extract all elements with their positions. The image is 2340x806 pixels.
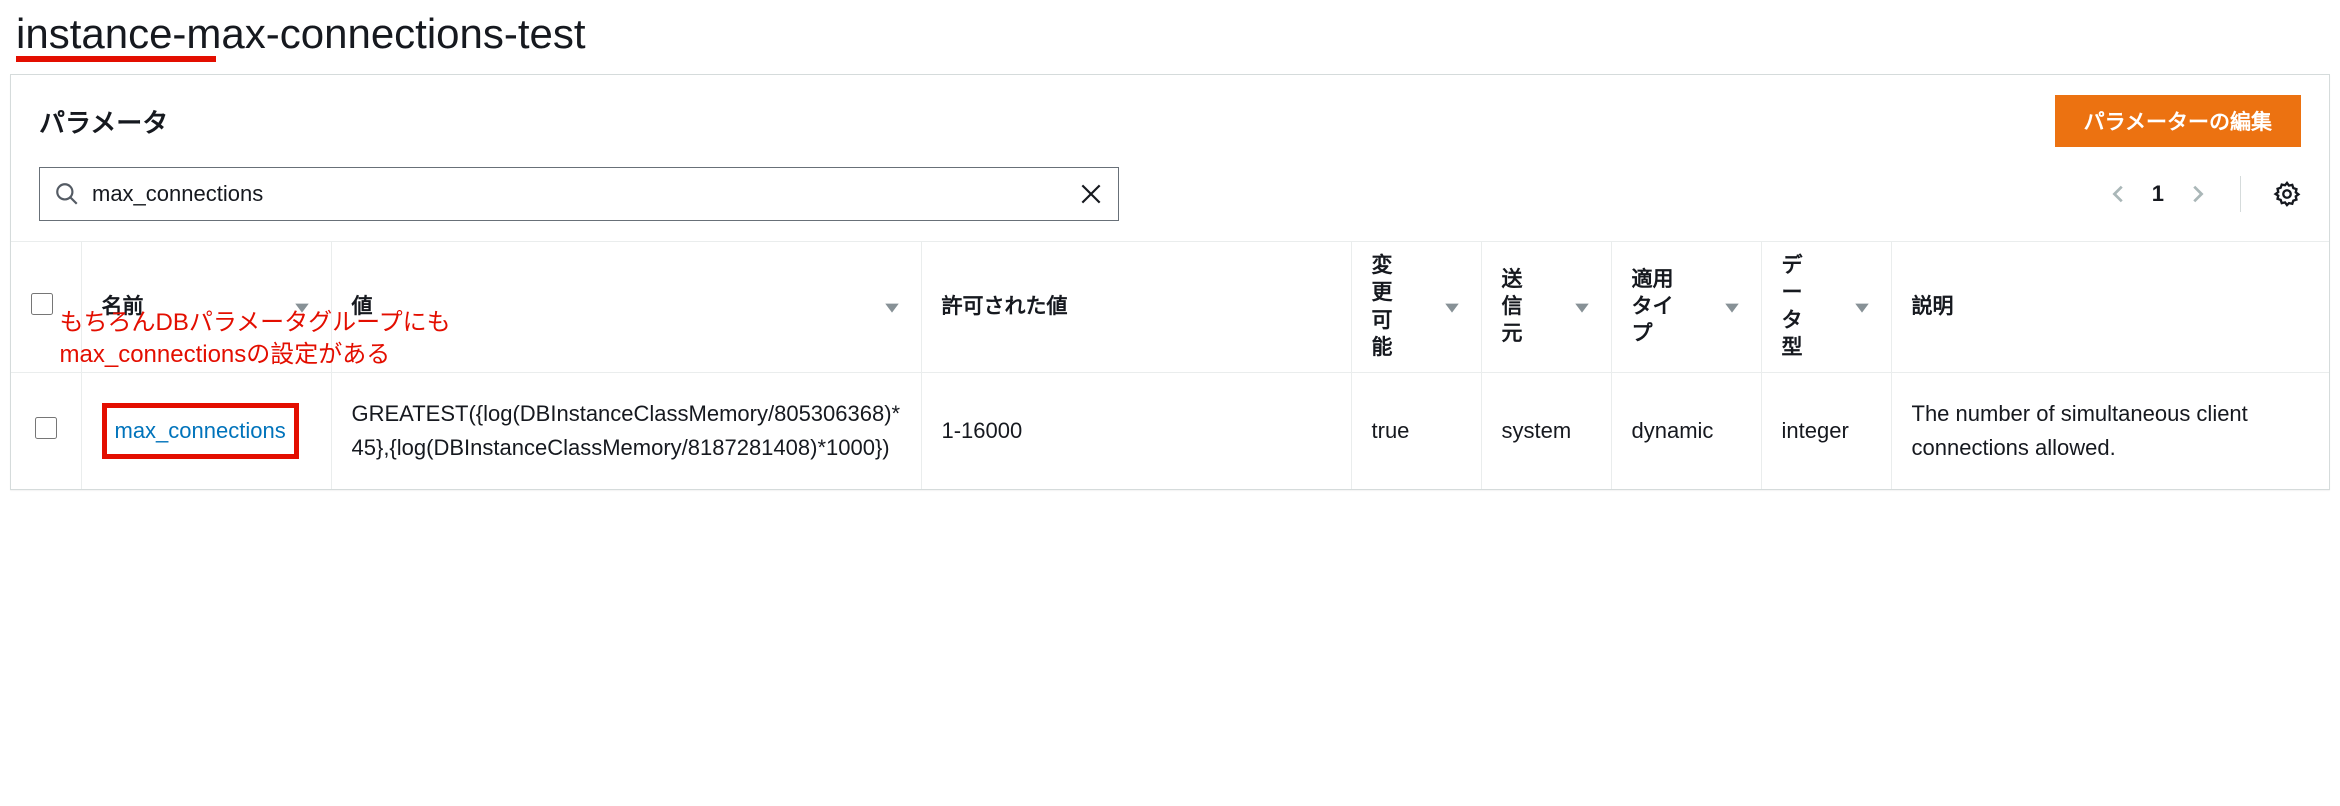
- parameter-apply-type: dynamic: [1611, 372, 1761, 489]
- column-header-modifiable[interactable]: 変更可能: [1351, 242, 1481, 372]
- parameter-name-link[interactable]: max_connections: [115, 418, 286, 443]
- row-checkbox[interactable]: [35, 417, 57, 439]
- column-header-allowed[interactable]: 許可された値: [921, 242, 1351, 372]
- clear-search-icon[interactable]: [1078, 181, 1104, 207]
- parameter-data-type: integer: [1761, 372, 1891, 489]
- parameter-description: The number of simultaneous client connec…: [1912, 397, 2310, 465]
- parameters-table: 名前 値 許可された値: [11, 241, 2329, 489]
- prev-page-icon[interactable]: [2108, 183, 2130, 205]
- sort-icon: [883, 298, 901, 316]
- column-header-data-type[interactable]: データ型: [1761, 242, 1891, 372]
- parameter-value: GREATEST({log(DBInstanceClassMemory/8053…: [352, 397, 901, 465]
- column-header-label: 許可された値: [942, 291, 1068, 323]
- search-field[interactable]: [39, 167, 1119, 221]
- column-header-apply-type[interactable]: 適用タイプ: [1611, 242, 1761, 372]
- table-row: もちろんDBパラメータグループにも max_connectionsの設定がある …: [11, 372, 2329, 489]
- column-header-label: 変更可能: [1372, 252, 1393, 361]
- search-icon: [54, 181, 80, 207]
- column-header-label: データ型: [1782, 252, 1803, 361]
- panel-header: パラメータ パラメーターの編集: [11, 75, 2329, 167]
- select-all-checkbox[interactable]: [31, 293, 53, 315]
- next-page-icon[interactable]: [2186, 183, 2208, 205]
- parameter-source: system: [1481, 372, 1611, 489]
- column-header-source[interactable]: 送信元: [1481, 242, 1611, 372]
- settings-gear-icon[interactable]: [2273, 180, 2301, 208]
- toolbar: 1: [11, 167, 2329, 241]
- page-header: instance-max-connections-test: [10, 10, 2330, 74]
- annotation-line2: max_connectionsの設定がある: [60, 339, 451, 371]
- column-header-description[interactable]: 説明: [1891, 242, 2329, 372]
- annotation-line1: もちろんDBパラメータグループにも: [60, 307, 451, 339]
- sort-icon: [1723, 298, 1741, 316]
- column-header-label: 適用タイプ: [1632, 266, 1674, 348]
- sort-icon: [1573, 298, 1591, 316]
- page-title: instance-max-connections-test: [16, 10, 586, 58]
- panel-title: パラメータ: [39, 103, 168, 140]
- search-input[interactable]: [92, 168, 1078, 220]
- column-header-label: 説明: [1912, 291, 1954, 323]
- divider: [2240, 176, 2241, 212]
- annotation-highlight: max_connections: [102, 403, 299, 459]
- column-header-label: 送信元: [1502, 266, 1523, 348]
- annotation-note: もちろんDBパラメータグループにも max_connectionsの設定がある: [60, 307, 451, 372]
- parameter-allowed: 1-16000: [921, 372, 1351, 489]
- pagination: 1: [2108, 176, 2301, 212]
- sort-icon: [1443, 298, 1461, 316]
- page-number: 1: [2152, 181, 2164, 207]
- sort-icon: [1853, 298, 1871, 316]
- parameter-modifiable: true: [1351, 372, 1481, 489]
- edit-parameters-button[interactable]: パラメーターの編集: [2055, 95, 2301, 147]
- parameters-panel: パラメータ パラメーターの編集 1: [10, 74, 2330, 490]
